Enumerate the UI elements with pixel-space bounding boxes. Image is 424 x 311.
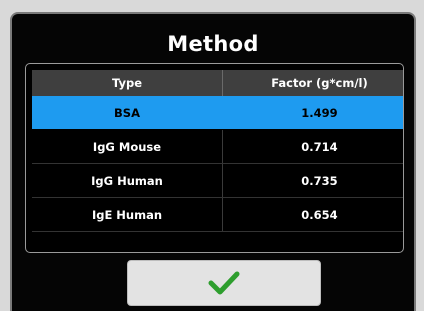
row-factor-cell: 0.735 xyxy=(222,164,403,197)
confirm-button[interactable] xyxy=(127,260,321,306)
row-factor-cell: 0.714 xyxy=(222,130,403,163)
row-factor-cell: 0.654 xyxy=(222,198,403,231)
table-header: Type Factor (g*cm/l) xyxy=(32,70,403,96)
check-icon xyxy=(207,270,241,296)
table-row[interactable]: IgG Human 0.735 xyxy=(32,164,403,198)
row-type-cell: IgE Human xyxy=(91,207,163,222)
table-row[interactable]: IgG Mouse 0.714 xyxy=(32,130,403,164)
column-header-type: Type xyxy=(111,76,142,90)
row-factor-cell: 1.499 xyxy=(222,96,403,129)
table-row-selected[interactable]: BSA 1.499 xyxy=(32,96,403,129)
row-type-cell: BSA xyxy=(114,105,140,120)
method-table-body: Type Factor (g*cm/l) BSA 1.499 IgG Mouse… xyxy=(32,70,403,250)
dialog-title: Method xyxy=(167,32,259,56)
row-type-cell: IgG Mouse xyxy=(92,139,162,154)
row-type-cell: IgG Human xyxy=(91,173,163,188)
method-dialog: Method Type Factor (g*cm/l) BSA 1.499 Ig… xyxy=(10,12,416,311)
method-table: Type Factor (g*cm/l) BSA 1.499 IgG Mouse… xyxy=(25,63,404,253)
column-header-factor: Factor (g*cm/l) xyxy=(222,70,403,96)
table-row[interactable]: IgE Human 0.654 xyxy=(32,198,403,232)
